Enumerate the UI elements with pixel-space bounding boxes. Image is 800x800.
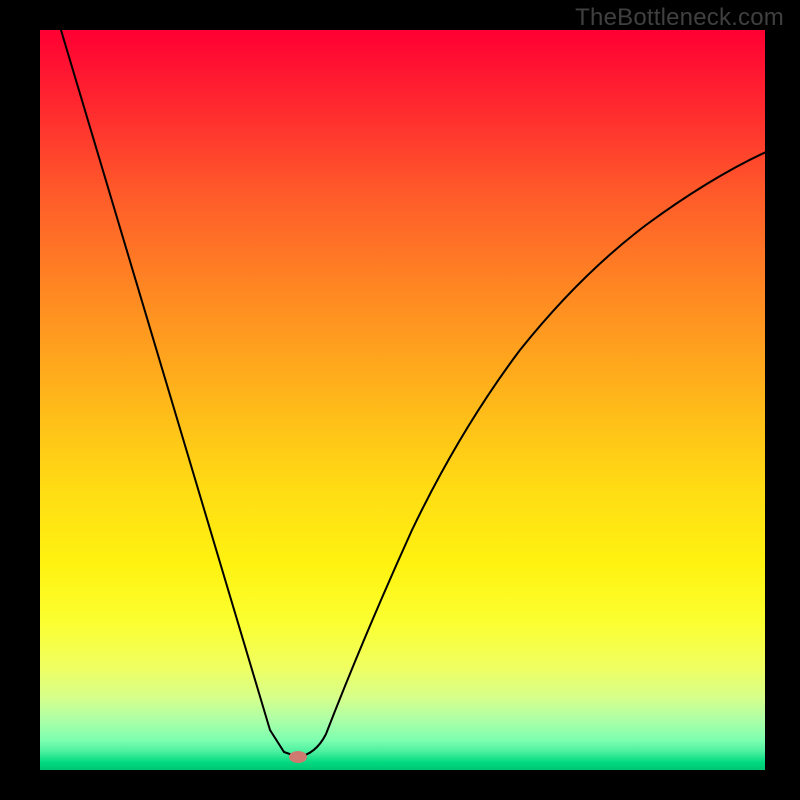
bottleneck-curve-right [298, 152, 765, 757]
plot-area [40, 30, 765, 770]
bottleneck-curve-left [55, 30, 298, 757]
optimal-point-marker [289, 751, 307, 763]
curve-overlay [40, 30, 765, 770]
chart-wrapper: TheBottleneck.com [0, 0, 800, 800]
watermark-text: TheBottleneck.com [575, 4, 784, 32]
